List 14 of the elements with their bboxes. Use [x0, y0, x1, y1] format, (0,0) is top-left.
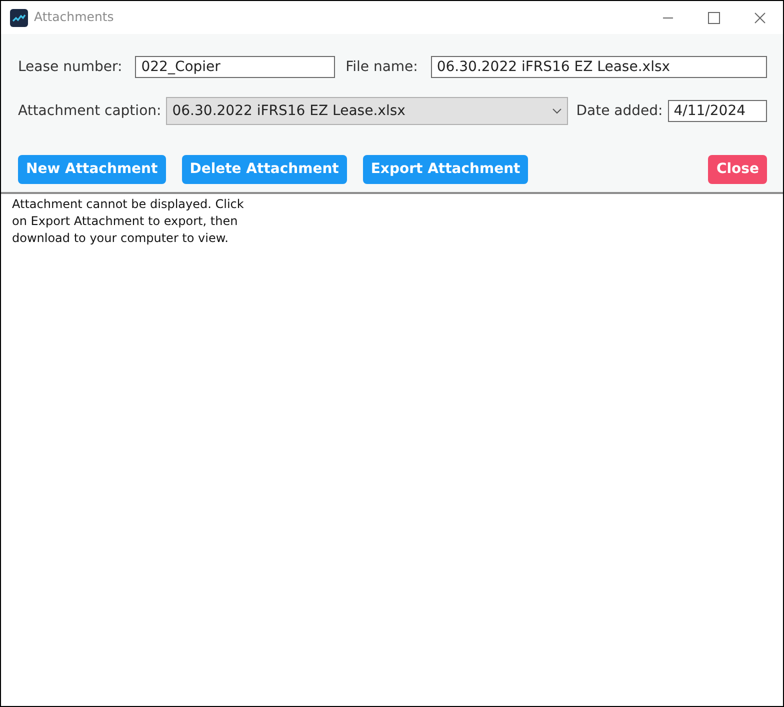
- lease-number-field[interactable]: 022_Copier: [135, 56, 335, 78]
- window-title: Attachments: [34, 8, 114, 26]
- date-added-field[interactable]: 4/11/2024: [668, 100, 767, 122]
- field-label: File name:: [346, 58, 418, 76]
- field-label: Lease number:: [18, 58, 122, 76]
- file-name-field[interactable]: 06.30.2022 iFRS16 EZ Lease.xlsx: [430, 56, 767, 78]
- field-label: Attachment caption:: [18, 102, 162, 120]
- chevron-down-icon: [552, 108, 562, 114]
- close-icon: [754, 12, 766, 24]
- maximize-icon: [708, 12, 720, 24]
- field-label: Date added:: [576, 102, 663, 120]
- caption-dropdown[interactable]: 06.30.2022 iFRS16 EZ Lease.xlsx: [166, 97, 568, 125]
- message-text: Attachment cannot be displayed. Click on Export Attachment to export, then download to your computer to view.: [11, 196, 245, 247]
- app-icon: [10, 8, 28, 26]
